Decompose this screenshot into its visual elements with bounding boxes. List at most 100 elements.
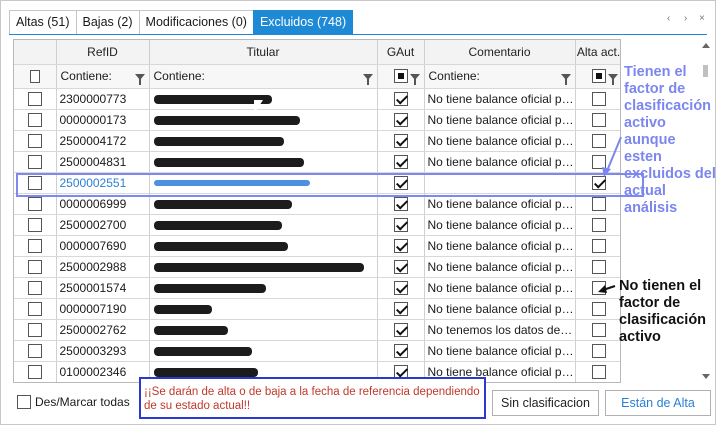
alta-act-cell[interactable]	[575, 256, 620, 278]
row-select-checkbox[interactable]	[27, 259, 42, 274]
row-select-cell[interactable]	[14, 151, 57, 173]
table-row[interactable]: 2500002988 No tiene balance oficial po...	[14, 256, 620, 278]
alta-act-checkbox[interactable]	[591, 238, 606, 253]
gaut-checkbox[interactable]	[393, 154, 408, 169]
alta-act-cell[interactable]	[575, 277, 620, 299]
gaut-checkbox[interactable]	[393, 133, 408, 148]
row-select-checkbox[interactable]	[27, 133, 42, 148]
select-all-toggle[interactable]: Des/Marcar todas	[17, 395, 130, 409]
column-header-alta-act[interactable]: Alta act.	[575, 40, 620, 65]
row-select-checkbox[interactable]	[27, 154, 42, 169]
row-select-checkbox[interactable]	[27, 301, 42, 316]
alta-act-cell[interactable]	[575, 151, 620, 173]
select-filter-cell[interactable]	[14, 64, 57, 89]
alta-act-cell[interactable]	[575, 130, 620, 152]
alta-act-checkbox[interactable]	[591, 154, 606, 169]
alta-act-cell[interactable]	[575, 235, 620, 257]
row-select-checkbox[interactable]	[27, 196, 42, 211]
estan-de-alta-button[interactable]: Están de Alta	[605, 390, 711, 416]
gaut-checkbox[interactable]	[393, 196, 408, 211]
gaut-checkbox[interactable]	[393, 217, 408, 232]
column-header-titular[interactable]: Titular	[149, 40, 378, 65]
gaut-cell[interactable]	[377, 151, 425, 173]
alta-act-cell[interactable]	[575, 340, 620, 362]
table-row[interactable]: 0000007190 No tiene balance oficial po...	[14, 298, 620, 320]
alta-act-checkbox[interactable]	[591, 133, 606, 148]
titular-filter-icon[interactable]	[362, 74, 373, 85]
gaut-checkbox[interactable]	[393, 322, 408, 337]
alta-act-checkbox[interactable]	[591, 301, 606, 316]
tab-close-icon[interactable]: ×	[699, 13, 705, 24]
alta-act-cell[interactable]	[575, 319, 620, 341]
gaut-checkbox[interactable]	[393, 112, 408, 127]
gaut-cell[interactable]	[377, 256, 425, 278]
table-row[interactable]: 0000000173 No tiene balance oficial po...	[14, 109, 620, 131]
gaut-checkbox[interactable]	[393, 91, 408, 106]
table-row[interactable]: 2500004831 No tiene balance oficial po...	[14, 151, 620, 173]
gaut-cell[interactable]	[377, 298, 425, 320]
tab-excluidos[interactable]: Excluidos (748)	[252, 10, 354, 34]
gaut-checkbox[interactable]	[393, 238, 408, 253]
refid-filter-icon[interactable]	[134, 74, 145, 85]
table-row[interactable]: 0000007690 No tiene balance oficial po...	[14, 235, 620, 257]
row-select-checkbox[interactable]	[27, 217, 42, 232]
row-select-cell[interactable]	[14, 277, 57, 299]
comentario-filter-label[interactable]: Contiene:	[429, 69, 480, 83]
gaut-cell[interactable]	[377, 109, 425, 131]
tab-altas[interactable]: Altas (51)	[9, 10, 77, 34]
row-select-checkbox[interactable]	[27, 343, 42, 358]
row-select-checkbox[interactable]	[27, 280, 42, 295]
table-row[interactable]: 2500002700 No tiene balance oficial po...	[14, 214, 620, 236]
comentario-filter-icon[interactable]	[560, 74, 571, 85]
alta-act-checkbox[interactable]	[591, 259, 606, 274]
table-row[interactable]: 2300000773 No tiene balance oficial po...	[14, 88, 620, 110]
alta-act-checkbox[interactable]	[591, 280, 606, 295]
row-select-cell[interactable]	[14, 235, 57, 257]
row-select-checkbox[interactable]	[27, 91, 42, 106]
gaut-checkbox[interactable]	[393, 259, 408, 274]
sin-clasificacion-button[interactable]: Sin clasificacion	[492, 390, 599, 416]
gaut-cell[interactable]	[377, 340, 425, 362]
gaut-cell[interactable]	[377, 130, 425, 152]
column-header-gaut[interactable]: GAut	[377, 40, 425, 65]
alta-act-checkbox[interactable]	[591, 91, 606, 106]
alta-filter-icon[interactable]	[607, 73, 618, 85]
tab-prev-icon[interactable]: ‹	[667, 13, 670, 24]
row-select-cell[interactable]	[14, 319, 57, 341]
row-select-cell[interactable]	[14, 298, 57, 320]
gaut-cell[interactable]	[377, 319, 425, 341]
alta-act-cell[interactable]	[575, 298, 620, 320]
table-row[interactable]: 2500003293 No tiene balance oficial po...	[14, 340, 620, 362]
gaut-cell[interactable]	[377, 277, 425, 299]
row-select-cell[interactable]	[14, 130, 57, 152]
tab-modificaciones[interactable]: Modificaciones (0)	[138, 10, 254, 34]
alta-act-cell[interactable]	[575, 109, 620, 131]
row-select-cell[interactable]	[14, 109, 57, 131]
table-row[interactable]: 2500004172 No tiene balance oficial po...	[14, 130, 620, 152]
row-select-checkbox[interactable]	[27, 364, 42, 379]
titular-filter-label[interactable]: Contiene:	[154, 69, 205, 83]
alta-act-checkbox[interactable]	[591, 112, 606, 127]
table-row[interactable]: 2500001574 No tiene balance oficial po...	[14, 277, 620, 299]
gaut-cell[interactable]	[377, 88, 425, 110]
column-header-comentario[interactable]: Comentario	[424, 40, 576, 65]
scroll-up-icon[interactable]	[702, 43, 710, 48]
refid-filter-label[interactable]: Contiene:	[61, 69, 112, 83]
alta-act-checkbox[interactable]	[591, 364, 606, 379]
alta-act-cell[interactable]	[575, 214, 620, 236]
alta-act-cell[interactable]	[575, 88, 620, 110]
alta-act-cell[interactable]	[575, 361, 620, 382]
gaut-filter-icon[interactable]	[409, 73, 420, 85]
gaut-checkbox[interactable]	[393, 301, 408, 316]
alta-act-checkbox[interactable]	[591, 196, 606, 211]
row-select-checkbox[interactable]	[27, 322, 42, 337]
column-header-refid[interactable]: RefID	[56, 40, 150, 65]
row-select-checkbox[interactable]	[27, 112, 42, 127]
tab-bajas[interactable]: Bajas (2)	[75, 10, 140, 34]
row-select-cell[interactable]	[14, 256, 57, 278]
gaut-cell[interactable]	[377, 214, 425, 236]
alta-filter-checkbox[interactable]	[591, 69, 606, 84]
row-select-checkbox[interactable]	[27, 238, 42, 253]
alta-act-checkbox[interactable]	[591, 217, 606, 232]
scroll-down-icon[interactable]	[702, 374, 710, 379]
